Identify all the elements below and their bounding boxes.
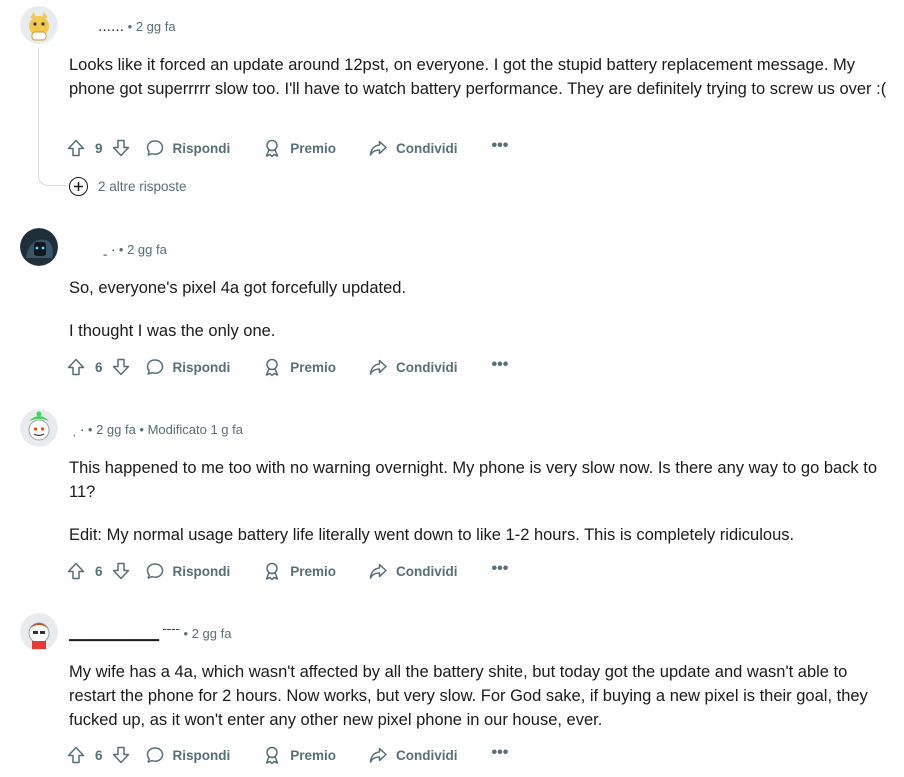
downvote-button[interactable] [111, 745, 131, 765]
award-button[interactable]: Premio [262, 138, 336, 158]
upvote-button[interactable] [66, 357, 86, 377]
downvote-icon [112, 746, 129, 764]
comment-text: Looks like it forced an update around 12… [69, 56, 887, 98]
share-label: Condividi [396, 747, 458, 763]
award-button[interactable]: Premio [262, 561, 336, 581]
downvote-button[interactable] [111, 138, 131, 158]
reply-button[interactable]: Rispondi [145, 561, 231, 581]
downvote-button[interactable] [111, 561, 131, 581]
comment-actions: 6 Rispondi Premio Condividi ••• [66, 560, 508, 582]
comment-body: So, everyone's pixel 4a got forcefully u… [69, 276, 891, 343]
share-button[interactable]: Condividi [368, 561, 458, 581]
more-options-button[interactable]: ••• [491, 744, 509, 762]
reply-icon [146, 140, 163, 156]
vote-count: 9 [95, 140, 103, 156]
avatar[interactable] [20, 228, 58, 266]
comment-text: My wife has a 4a, which wasn't affected … [69, 663, 868, 729]
reply-button[interactable]: Rispondi [145, 745, 231, 765]
plus-icon [69, 177, 88, 196]
thread-line [38, 48, 68, 186]
more-icon: ••• [491, 744, 509, 761]
reply-label: Rispondi [172, 359, 231, 375]
more-icon: ••• [491, 137, 509, 154]
vote-count: 6 [95, 747, 103, 763]
comment-text: Edit: My normal usage battery life liter… [69, 526, 795, 544]
reply-button[interactable]: Rispondi [145, 357, 231, 377]
comment-text: This happened to me too with no warning … [69, 459, 878, 501]
reply-button[interactable]: Rispondi [145, 138, 231, 158]
downvote-button[interactable] [111, 357, 131, 377]
award-icon [266, 358, 279, 377]
reply-icon [146, 563, 163, 579]
upvote-icon [67, 746, 85, 764]
upvote-button[interactable] [66, 561, 86, 581]
upvote-icon [67, 139, 85, 157]
comment-body: This happened to me too with no warning … [69, 456, 891, 547]
award-label: Premio [290, 747, 337, 763]
share-icon [369, 359, 387, 375]
timestamp: • 2 gg fa • Modificato 1 g fa [87, 422, 243, 437]
reply-icon [146, 359, 163, 375]
avatar[interactable] [20, 6, 58, 44]
comment-meta: ˌ · • 2 gg fa • Modificato 1 g fa [72, 422, 243, 437]
share-button[interactable]: Condividi [368, 745, 458, 765]
share-label: Condividi [396, 140, 458, 156]
comment-actions: 6 Rispondi Premio Condividi ••• [66, 744, 508, 766]
downvote-icon [112, 358, 129, 376]
award-button[interactable]: Premio [262, 357, 336, 377]
comment-text: So, everyone's pixel 4a got forcefully u… [69, 279, 407, 297]
reply-icon [146, 747, 163, 763]
username[interactable]: ˍ · [103, 242, 115, 257]
share-button[interactable]: Condividi [368, 138, 458, 158]
reply-label: Rispondi [172, 140, 231, 156]
award-label: Premio [290, 563, 337, 579]
timestamp: • 2 gg fa [127, 19, 176, 34]
share-label: Condividi [396, 563, 458, 579]
award-label: Premio [290, 140, 337, 156]
comment-body: My wife has a 4a, which wasn't affected … [69, 660, 891, 732]
avatar[interactable] [20, 409, 58, 447]
upvote-icon [67, 562, 85, 580]
more-replies-link[interactable]: 2 altre risposte [69, 177, 187, 196]
share-button[interactable]: Condividi [368, 357, 458, 377]
more-options-button[interactable]: ••• [491, 356, 509, 374]
share-icon [369, 140, 387, 156]
username[interactable]: ▁▁▁▁▁▁▁▁▁ ˉˉˉˉ [69, 626, 180, 642]
comment-meta: ˍ · • 2 gg fa [103, 242, 167, 257]
award-icon [266, 746, 279, 765]
timestamp: • 2 gg fa [118, 242, 167, 257]
share-icon [369, 747, 387, 763]
award-icon [266, 562, 279, 581]
vote-count: 6 [95, 563, 103, 579]
more-icon: ••• [491, 356, 509, 373]
share-label: Condividi [396, 359, 458, 375]
username[interactable]: ‥‥‥ [98, 19, 124, 35]
award-icon [266, 139, 279, 158]
comment-meta: ‥‥‥ • 2 gg fa [98, 19, 176, 35]
more-icon: ••• [491, 560, 509, 577]
comment-actions: 9 Rispondi Premio Condividi ••• [66, 137, 508, 159]
award-label: Premio [290, 359, 337, 375]
comment-actions: 6 Rispondi Premio Condividi ••• [66, 356, 508, 378]
avatar[interactable] [20, 613, 58, 651]
upvote-button[interactable] [66, 138, 86, 158]
downvote-icon [112, 139, 129, 157]
upvote-icon [67, 358, 85, 376]
share-icon [369, 563, 387, 579]
award-button[interactable]: Premio [262, 745, 336, 765]
more-options-button[interactable]: ••• [491, 560, 509, 578]
comment-text: I thought I was the only one. [69, 322, 276, 340]
reply-label: Rispondi [172, 747, 231, 763]
more-replies-label: 2 altre risposte [98, 179, 187, 194]
comment-body: Looks like it forced an update around 12… [69, 53, 891, 101]
reply-label: Rispondi [172, 563, 231, 579]
vote-count: 6 [95, 359, 103, 375]
more-options-button[interactable]: ••• [491, 137, 509, 155]
comment-meta: ▁▁▁▁▁▁▁▁▁ ˉˉˉˉ • 2 gg fa [69, 626, 231, 642]
upvote-button[interactable] [66, 745, 86, 765]
timestamp: • 2 gg fa [183, 626, 232, 641]
username[interactable]: ˌ · [72, 422, 84, 437]
downvote-icon [112, 562, 129, 580]
